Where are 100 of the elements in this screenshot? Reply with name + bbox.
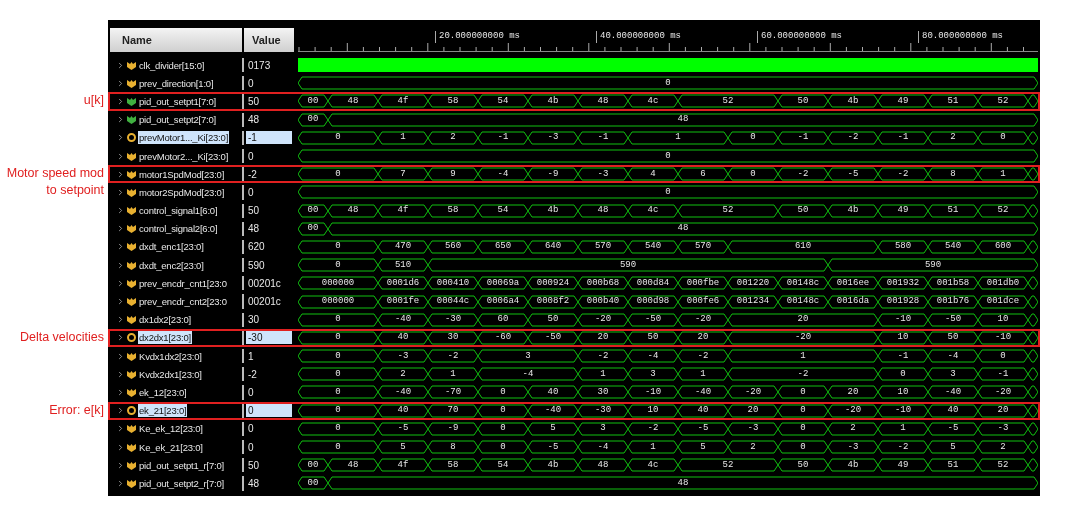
annotation-label: Error: e[k]: [48, 401, 104, 419]
bus-value: -3: [828, 440, 878, 455]
bus-value: 0: [478, 403, 528, 418]
bus-value: -2: [628, 421, 678, 436]
bus-value: -40: [378, 385, 428, 400]
bus-value: 50: [778, 458, 828, 473]
bus-value: 40: [928, 403, 978, 418]
bus-value: 49: [878, 94, 928, 109]
signal-value: 0: [247, 149, 255, 163]
bus-value: 5: [928, 440, 978, 455]
bus-value: 540: [928, 239, 978, 254]
bus-value: 10: [878, 385, 928, 400]
bus-value: 40: [378, 403, 428, 418]
bus-value: -4: [478, 167, 528, 182]
signal-name[interactable]: motor1SpdMod[23:0]: [138, 167, 226, 181]
bus-value: 70: [428, 403, 478, 418]
bus-value: [1028, 367, 1038, 382]
signal-name[interactable]: clk_divider[15:0]: [138, 58, 206, 72]
bus-value: 49: [878, 203, 928, 218]
signal-name[interactable]: Kvdx2dx1[23:0]: [138, 367, 203, 381]
bus-value: 000b40: [578, 294, 628, 309]
bus-value: 2: [978, 440, 1028, 455]
signal-name[interactable]: Kvdx1dx2[23:0]: [138, 349, 203, 363]
signal-name[interactable]: dxdt_enc2[23:0]: [138, 258, 205, 272]
signal-name[interactable]: Ke_ek_12[23:0]: [138, 422, 204, 436]
signal-name[interactable]: motor2SpdMod[23:0]: [138, 185, 226, 199]
signal-name[interactable]: Ke_ek_21[23:0]: [138, 440, 204, 454]
signal-value: 00201c: [247, 295, 282, 309]
bus-value: 4c: [628, 458, 678, 473]
signal-name[interactable]: prevMotor1..._Ki[23:0]: [138, 131, 230, 145]
bus-value: 0: [298, 440, 378, 455]
signal-name[interactable]: dx1dx2[23:0]: [138, 313, 192, 327]
signal-name[interactable]: prev_encdr_cnt2[23:0: [138, 295, 228, 309]
signal-name[interactable]: pid_out_setpt1[7:0]: [138, 94, 217, 108]
bus-value: 3: [928, 367, 978, 382]
bus-value: 0: [298, 149, 1038, 164]
bus-value: -2: [428, 349, 478, 364]
signal-name[interactable]: ek_12[23:0]: [138, 385, 188, 399]
signal-value: 1: [247, 349, 255, 363]
bus-value: -20: [728, 385, 778, 400]
bus-value: 20: [678, 330, 728, 345]
bus-value: -30: [578, 403, 628, 418]
bus-value: [1028, 276, 1038, 291]
bus-value: 10: [628, 403, 678, 418]
bus-value: 0: [728, 167, 778, 182]
bus-value: 000000: [298, 276, 378, 291]
bus-value: 5: [378, 440, 428, 455]
signal-name[interactable]: control_signal2[6:0]: [138, 222, 219, 236]
bus-value: 30: [428, 330, 478, 345]
bus-value: 2: [428, 130, 478, 145]
bus-value: 0: [298, 239, 378, 254]
bus-value: [1028, 421, 1038, 436]
bus-value: -60: [478, 330, 528, 345]
signal-value: 590: [247, 258, 266, 272]
signal-name[interactable]: pid_out_setpt2_r[7:0]: [138, 476, 226, 490]
bus-value: -40: [928, 385, 978, 400]
bus-value: 0: [298, 312, 378, 327]
signal-value: 0: [247, 185, 255, 199]
signal-value: 0: [247, 440, 255, 454]
annotation-label: Motor speed mod to setpoint: [5, 165, 104, 200]
bus-value: 0001fe: [378, 294, 428, 309]
bus-value: 50: [928, 330, 978, 345]
bus-value: 0: [298, 385, 378, 400]
bus-value: 4b: [828, 458, 878, 473]
signal-name[interactable]: prev_direction[1:0]: [138, 76, 215, 90]
signal-name[interactable]: prevMotor2..._Ki[23:0]: [138, 149, 230, 163]
bus-value: [1028, 203, 1038, 218]
signal-value: 50: [247, 94, 261, 108]
bus-value: -70: [428, 385, 478, 400]
bus-value: -20: [728, 330, 878, 345]
bus-value: 2: [828, 421, 878, 436]
signal-name[interactable]: dxdt_enc1[23:0]: [138, 240, 205, 254]
bus-value: 0: [298, 185, 1038, 200]
bus-value: 0: [778, 440, 828, 455]
bus-value: 0: [298, 130, 378, 145]
bus-value: -9: [528, 167, 578, 182]
bus-value: -3: [528, 130, 578, 145]
signal-value: 50: [247, 458, 261, 472]
bus-value: 001b58: [928, 276, 978, 291]
signal-name[interactable]: ek_21[23:0]: [138, 404, 188, 418]
bus-value: 001234: [728, 294, 778, 309]
bus-value: 52: [978, 203, 1028, 218]
signal-name[interactable]: pid_out_setpt1_r[7:0]: [138, 458, 226, 472]
column-header[interactable]: Value: [244, 28, 294, 52]
signal-name[interactable]: dx2dx1[23:0]: [138, 331, 192, 345]
signal-name[interactable]: control_signal1[6:0]: [138, 204, 219, 218]
bus-value: 8: [428, 440, 478, 455]
signal-name[interactable]: pid_out_setpt2[7:0]: [138, 113, 217, 127]
signal-name[interactable]: prev_encdr_cnt1[23:0: [138, 276, 228, 290]
bus-value: 600: [978, 239, 1028, 254]
bus-value: [1028, 94, 1038, 109]
bus-value: 30: [578, 385, 628, 400]
time-label: 80.000000000 ms: [922, 31, 1004, 42]
bus-value: 0: [878, 367, 928, 382]
bus-value: 001db0: [978, 276, 1028, 291]
bus-value: 54: [478, 203, 528, 218]
column-header[interactable]: Name: [110, 28, 244, 52]
signal-value: 48: [247, 113, 261, 127]
bus-value: 20: [578, 330, 628, 345]
bus-value: -5: [678, 421, 728, 436]
